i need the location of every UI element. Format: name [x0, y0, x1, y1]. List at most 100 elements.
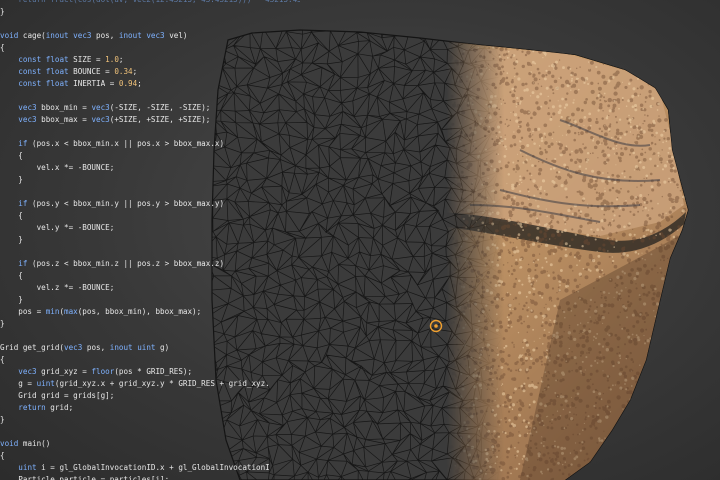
code-text: (pos, bbox_min), bbox_max); — [77, 307, 202, 316]
code-text: } — [0, 175, 23, 184]
code-text: } — [0, 415, 5, 424]
code-line: Grid grid = grids[g]; — [0, 390, 114, 402]
code-text: (pos.z < bbox_min.z || pos.z > bbox_max.… — [27, 259, 225, 268]
code-text: (-SIZE, -SIZE, -SIZE); — [109, 103, 211, 112]
code-line: if (pos.y < bbox_min.y || pos.y > bbox_m… — [0, 198, 224, 210]
code-line: } — [0, 174, 23, 186]
code-number: 1.0 — [105, 55, 119, 64]
code-line: } — [0, 414, 5, 426]
code-keyword: const — [18, 67, 42, 76]
code-keyword: vec3 — [146, 31, 165, 40]
code-text: Grid grid = grids[g]; — [0, 391, 115, 400]
code-line: void main() — [0, 438, 50, 450]
code-keyword: floor — [91, 367, 115, 376]
code-line: if (pos.x < bbox_min.x || pos.x > bbox_m… — [0, 138, 224, 150]
code-text: } — [0, 295, 23, 304]
code-keyword: float — [45, 55, 69, 64]
code-text: ; — [118, 55, 124, 64]
code-line: vel.y *= -BOUNCE; — [0, 222, 115, 234]
code-keyword: vec3 — [91, 115, 110, 124]
code-keyword: vec3 — [91, 103, 110, 112]
code-keyword: inout — [45, 31, 69, 40]
code-keyword: uint — [137, 343, 156, 352]
code-text: (+SIZE, +SIZE, +SIZE); — [109, 115, 211, 124]
code-line: vec3 bbox_max = vec3(+SIZE, +SIZE, +SIZE… — [0, 114, 210, 126]
code-text: { — [0, 151, 23, 160]
code-line: const float BOUNCE = 0.34; — [0, 66, 137, 78]
code-text: i = gl_GlobalInvocationID.x + gl_GlobalI… — [36, 463, 270, 472]
code-text: ; — [137, 79, 142, 88]
code-text: pos, — [91, 31, 119, 40]
code-text: (pos * GRID_RES); — [114, 367, 193, 376]
code-line: } — [0, 294, 23, 306]
code-text: Grid get_grid( — [0, 343, 65, 352]
code-line: { — [0, 270, 23, 282]
code-line: { — [0, 354, 5, 366]
code-text: { — [0, 211, 23, 220]
code-line: void cage(inout vec3 pos, inout vec3 vel… — [0, 30, 188, 42]
code-text: (pos.y < bbox_min.y || pos.y > bbox_max.… — [27, 199, 225, 208]
code-text: } — [0, 319, 5, 328]
code-text: Particle particle = particles[i]; — [0, 475, 170, 480]
code-keyword: return — [18, 403, 46, 412]
code-line: return grid; — [0, 402, 73, 414]
code-keyword: void — [0, 31, 19, 40]
code-keyword: const — [18, 55, 42, 64]
code-text: ; — [132, 67, 138, 76]
code-text: } — [0, 235, 23, 244]
code-line: g = uint(grid_xyz.x + grid_xyz.y * GRID_… — [0, 378, 270, 390]
3d-viewport[interactable]: return fract(cos(dot(uv, vec2(12.43215, … — [0, 0, 720, 480]
code-text: vel) — [164, 31, 188, 40]
code-line: Grid get_grid(vec3 pos, inout uint g) — [0, 342, 169, 354]
code-line: vec3 bbox_min = vec3(-SIZE, -SIZE, -SIZE… — [0, 102, 210, 114]
code-line: { — [0, 210, 23, 222]
code-keyword: min — [45, 307, 60, 316]
code-keyword: inout — [118, 31, 142, 40]
code-text: vel.x *= -BOUNCE; — [0, 163, 115, 172]
code-text: grid_xyz = — [36, 367, 92, 376]
code-line: } — [0, 318, 5, 330]
code-keyword: float — [45, 79, 69, 88]
code-text: pos = — [0, 307, 46, 316]
code-keyword: uint — [18, 463, 37, 472]
code-text: (pos.x < bbox_min.x || pos.x > bbox_max.… — [27, 139, 225, 148]
code-keyword: return fract(cos(dot(uv, vec2(12.43215, … — [0, 0, 300, 4]
code-keyword: vec3 — [18, 103, 37, 112]
code-line: vel.x *= -BOUNCE; — [0, 162, 115, 174]
code-keyword: vec3 — [73, 31, 92, 40]
code-text: { — [0, 451, 5, 460]
code-text: SIZE = — [68, 55, 106, 64]
code-text: cage( — [18, 31, 46, 40]
code-line: vec3 grid_xyz = floor(pos * GRID_RES); — [0, 366, 192, 378]
code-text: vel.y *= -BOUNCE; — [0, 223, 115, 232]
code-line: vel.z *= -BOUNCE; — [0, 282, 115, 294]
code-keyword: vec3 — [64, 343, 83, 352]
code-text: g) — [155, 343, 170, 352]
shader-code-overlay: return fract(cos(dot(uv, vec2(12.43215, … — [0, 0, 300, 480]
code-number: 0.94 — [118, 79, 138, 88]
code-text: grid; — [45, 403, 74, 412]
code-line: Particle particle = particles[i]; — [0, 474, 169, 480]
code-keyword: vec3 — [18, 367, 37, 376]
code-line: pos = min(max(pos, bbox_min), bbox_max); — [0, 306, 201, 318]
code-text: { — [0, 43, 5, 52]
code-line: const float SIZE = 1.0; — [0, 54, 123, 66]
code-text: } — [0, 7, 5, 16]
code-keyword: uint — [36, 379, 55, 388]
code-keyword: float — [45, 67, 69, 76]
code-keyword: inout — [109, 343, 133, 352]
code-text: main() — [18, 439, 51, 448]
code-text: vel.z *= -BOUNCE; — [0, 283, 115, 292]
code-text: (grid_xyz.x + grid_xyz.y * GRID_RES + gr… — [54, 379, 270, 388]
code-line: uint i = gl_GlobalInvocationID.x + gl_Gl… — [0, 462, 270, 474]
code-text: pos, — [82, 343, 110, 352]
code-line: if (pos.z < bbox_min.z || pos.z > bbox_m… — [0, 258, 224, 270]
code-number: 0.34 — [114, 67, 133, 76]
code-keyword: vec3 — [18, 115, 37, 124]
